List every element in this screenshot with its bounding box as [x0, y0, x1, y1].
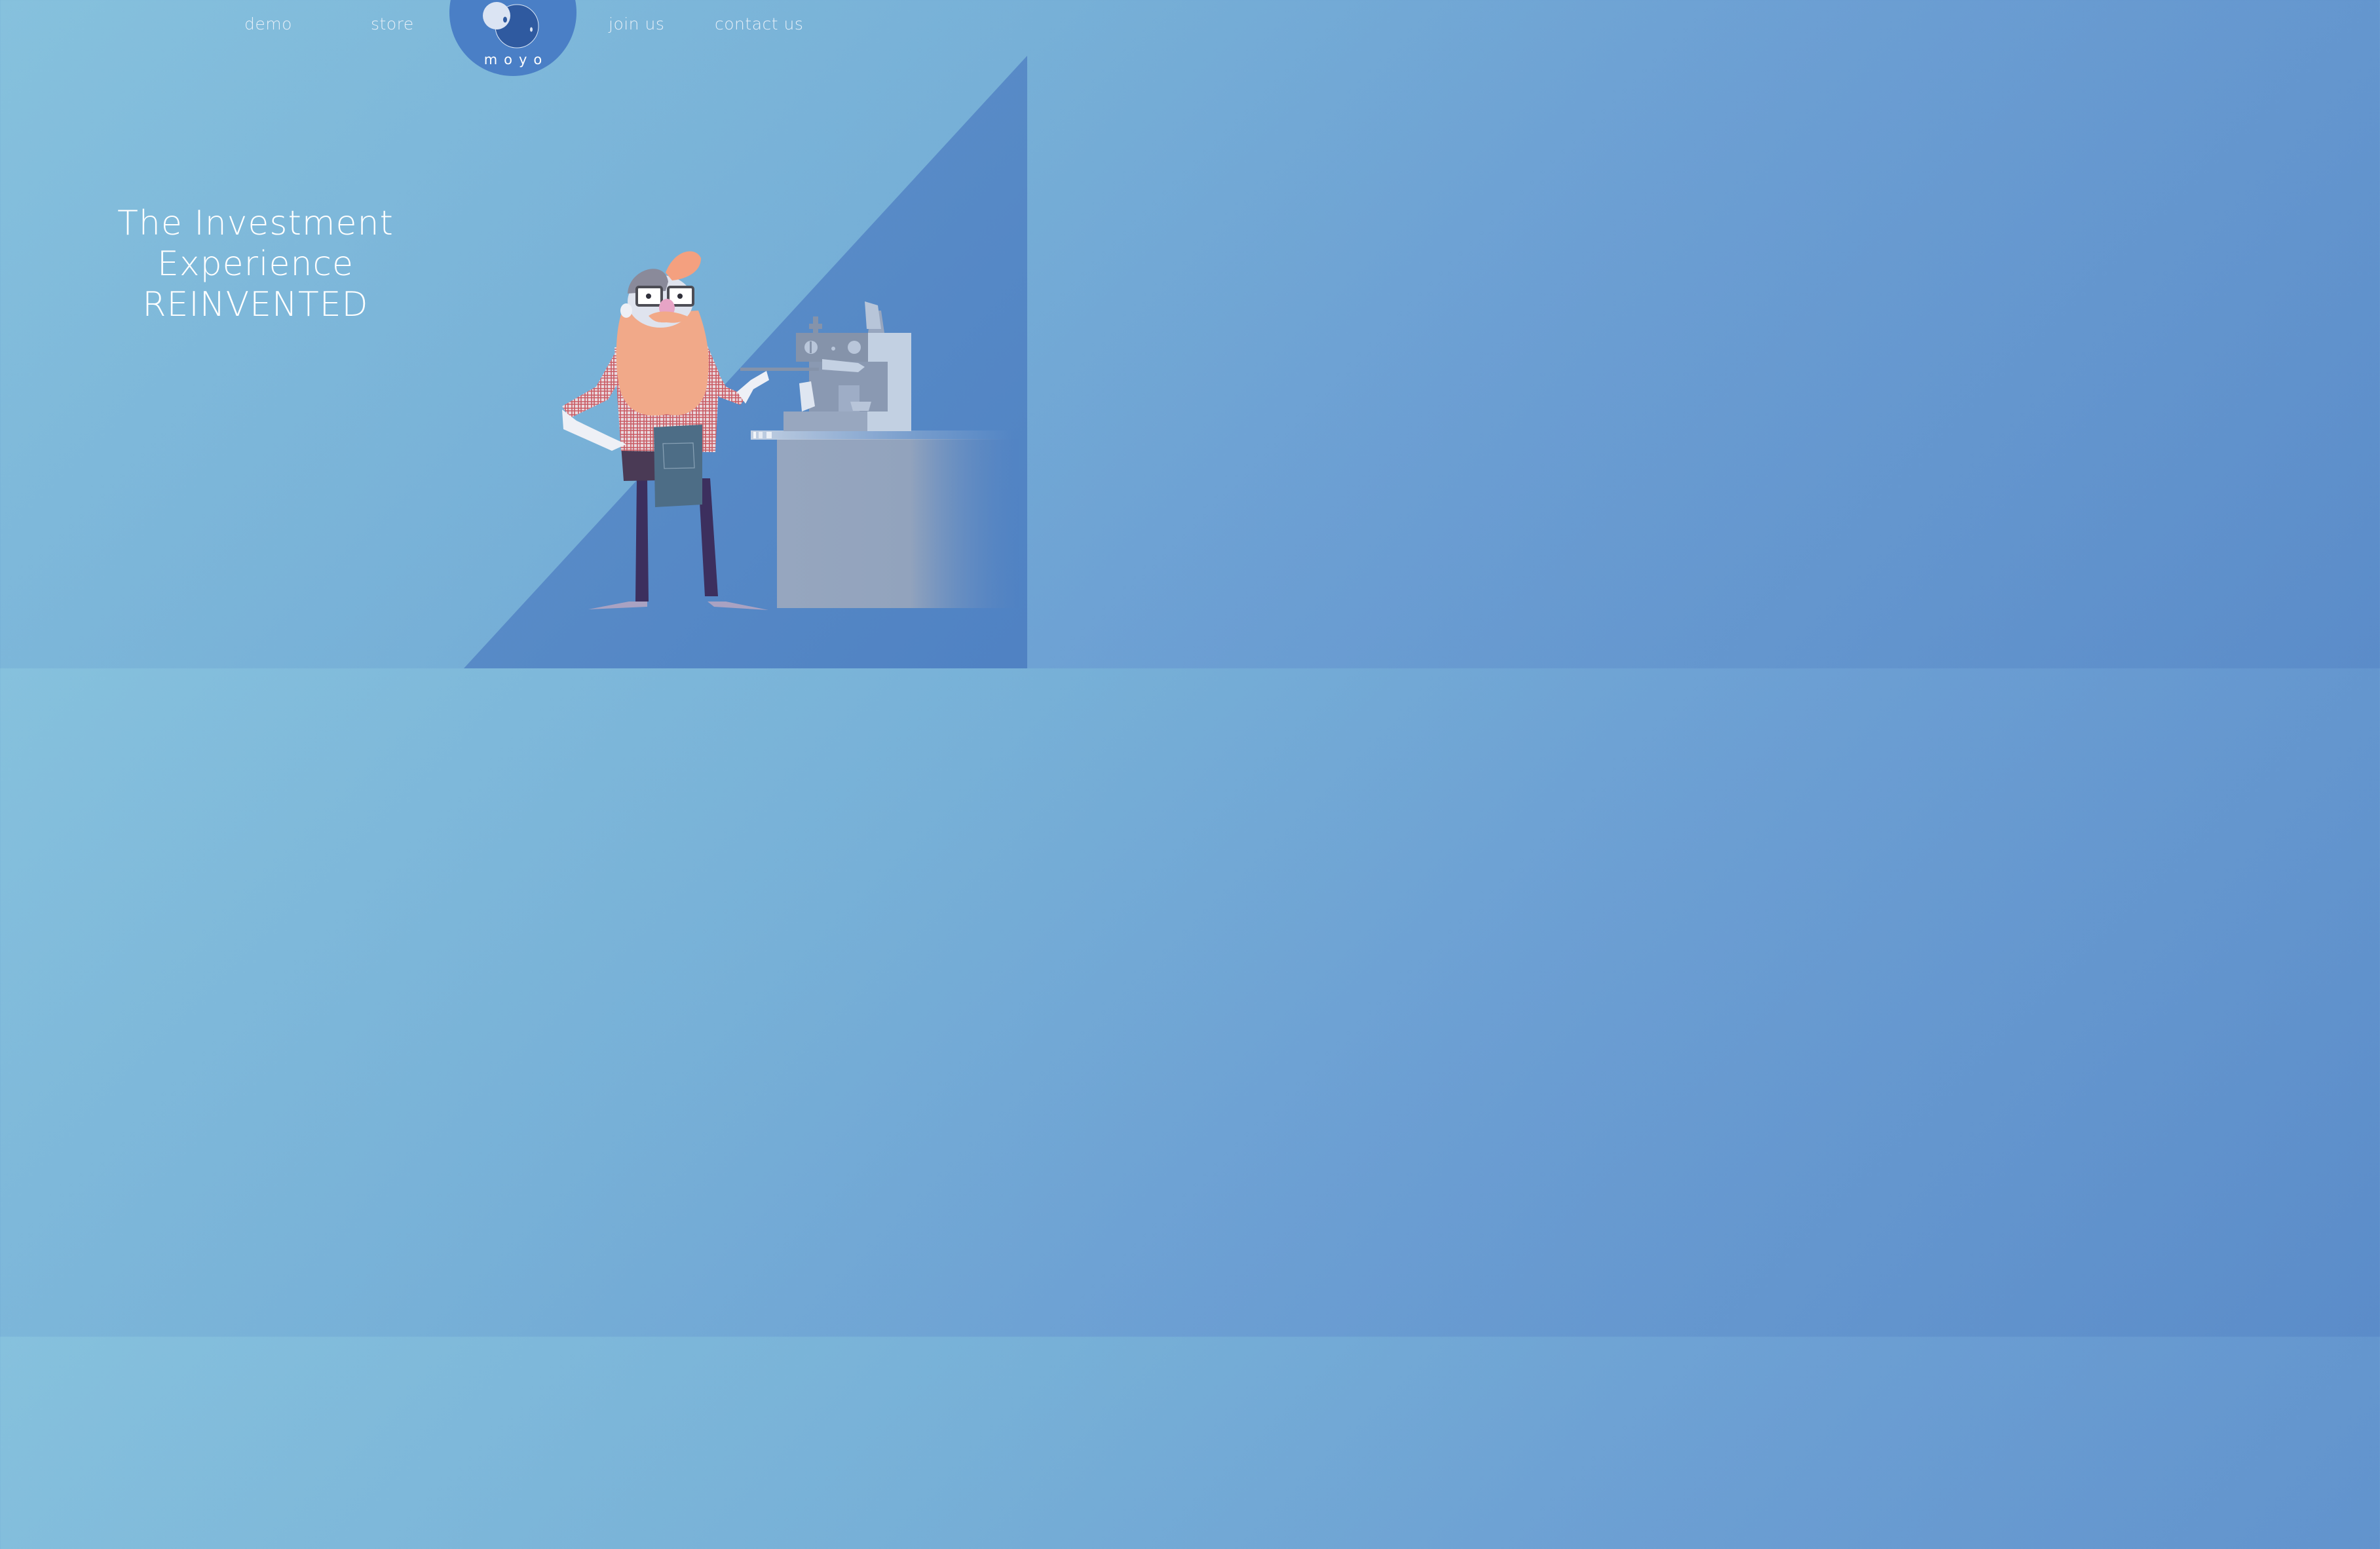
hero-heading: The Investment Experience REINVENTED: [85, 203, 426, 325]
nav-link-contact-us[interactable]: contact us: [715, 14, 803, 33]
hero-line-1: The Investment: [117, 204, 394, 243]
barista-illustration: [562, 251, 1019, 610]
hero-line-3: REINVENTED: [142, 285, 369, 324]
nav-link-demo[interactable]: demo: [244, 14, 292, 33]
logo-eyes-icon: [483, 2, 539, 48]
hero-line-2: Experience: [157, 244, 354, 284]
nav-link-store[interactable]: store: [371, 14, 414, 33]
counter: [751, 430, 1019, 608]
logo-wordmark: moyo: [483, 52, 549, 67]
moyo-logo[interactable]: moyo: [449, 0, 576, 76]
nav-link-join-us[interactable]: join us: [609, 14, 664, 33]
espresso-machine: [784, 301, 911, 431]
